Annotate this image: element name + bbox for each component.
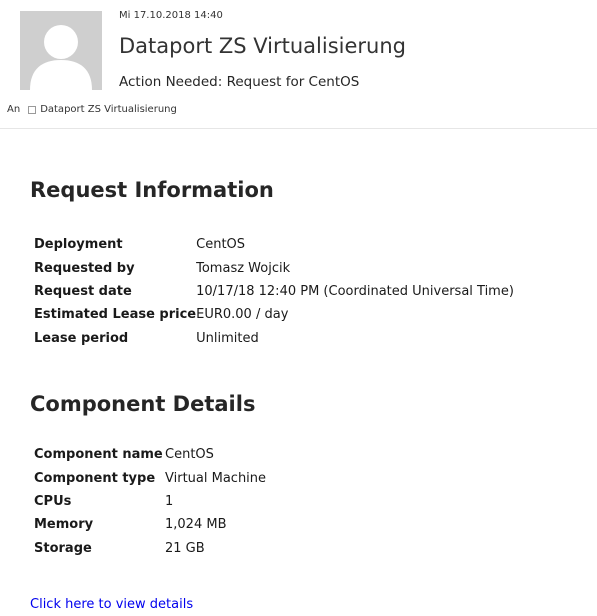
header-divider xyxy=(0,128,597,129)
recipient-name[interactable]: Dataport ZS Virtualisierung xyxy=(40,104,177,115)
table-row: Deployment CentOS xyxy=(34,233,514,256)
field-label: Component name xyxy=(34,447,163,463)
table-row: Lease period Unlimited xyxy=(34,327,514,350)
field-value: Tomasz Wojcik xyxy=(196,260,291,276)
field-label: Lease period xyxy=(34,330,129,346)
sender-name[interactable]: Dataport ZS Virtualisierung xyxy=(119,34,406,58)
component-details-title: Component Details xyxy=(30,392,256,416)
table-row: Component name CentOS xyxy=(34,443,266,466)
table-row: Request date 10/17/18 12:40 PM (Coordina… xyxy=(34,280,514,303)
field-value: 1,024 MB xyxy=(165,517,227,533)
to-label: An xyxy=(7,104,21,115)
field-label: Memory xyxy=(34,517,94,533)
recipient-checkbox-icon xyxy=(28,105,37,114)
table-row: Requested by Tomasz Wojcik xyxy=(34,256,514,279)
field-label: Storage xyxy=(34,540,92,556)
field-value: 21 GB xyxy=(165,540,205,556)
field-value: CentOS xyxy=(196,237,246,253)
table-row: Estimated Lease price EUR0.00 / day xyxy=(34,303,514,326)
request-info-table: Deployment CentOS Requested by Tomasz Wo… xyxy=(34,233,514,350)
component-details-table: Component name CentOS Component type Vir… xyxy=(34,443,266,560)
recipient-line: An Dataport ZS Virtualisierung xyxy=(7,104,177,115)
field-label: CPUs xyxy=(34,493,72,509)
view-details-link[interactable]: Click here to view details xyxy=(30,597,193,612)
message-subject: Action Needed: Request for CentOS xyxy=(119,74,360,90)
request-info-title: Request Information xyxy=(30,178,274,202)
field-label: Deployment xyxy=(34,237,123,253)
field-value: CentOS xyxy=(165,447,214,463)
field-value: Virtual Machine xyxy=(165,470,267,486)
field-label: Component type xyxy=(34,470,156,486)
field-value: Unlimited xyxy=(196,330,259,346)
table-row: CPUs 1 xyxy=(34,490,266,513)
table-row: Storage 21 GB xyxy=(34,537,266,560)
field-value: 10/17/18 12:40 PM (Coordinated Universal… xyxy=(196,283,514,299)
field-value: EUR0.00 / day xyxy=(196,307,289,323)
field-label: Requested by xyxy=(34,260,135,276)
table-row: Memory 1,024 MB xyxy=(34,513,266,536)
field-label: Estimated Lease price xyxy=(34,307,197,323)
table-row: Component type Virtual Machine xyxy=(34,466,266,489)
field-value: 1 xyxy=(165,493,174,509)
message-date: Mi 17.10.2018 14:40 xyxy=(119,10,223,21)
sender-avatar-icon xyxy=(20,11,102,90)
field-label: Request date xyxy=(34,283,132,299)
